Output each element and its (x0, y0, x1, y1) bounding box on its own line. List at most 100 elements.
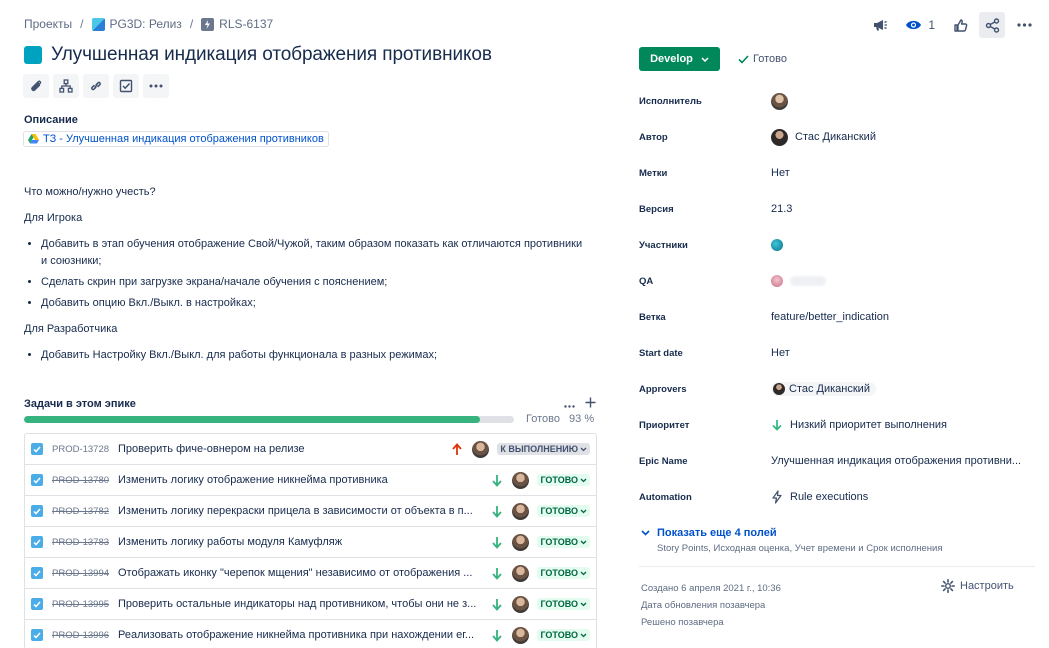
status-badge[interactable]: ГОТОВО (537, 598, 590, 610)
field-value: feature/better_indication (771, 311, 890, 323)
show-more-fields[interactable]: Показать еще 4 полей Story Points, Исход… (641, 527, 943, 554)
task-key[interactable]: PROD-13728 (52, 444, 118, 455)
field-label: Ветка (639, 311, 666, 323)
checkbox-icon[interactable] (113, 74, 139, 98)
hierarchy-icon[interactable] (53, 74, 79, 98)
more-icon[interactable] (564, 396, 575, 411)
task-summary[interactable]: Изменить логику перекраски прицела в зав… (118, 505, 488, 517)
player-list: Добавить в этап обучения отображение Сво… (24, 236, 584, 312)
task-summary[interactable]: Реализовать отображение никнейма противн… (118, 629, 488, 641)
status-badge[interactable]: К ВЫПОЛНЕНИЮ (497, 443, 590, 455)
share-icon[interactable] (979, 12, 1005, 38)
show-more-sublabel: Story Points, Исходная оценка, Учет врем… (657, 543, 943, 554)
table-row[interactable]: PROD-13996 Реализовать отображение никней… (25, 620, 596, 648)
table-row[interactable]: PROD-13782 Изменить логику перекраски при… (25, 496, 596, 527)
avatar[interactable] (512, 502, 530, 520)
user-chip[interactable]: Стас Диканский (771, 382, 876, 396)
task-summary[interactable]: Проверить фиче-овнером на релизе (118, 443, 448, 455)
issue-actions: 1 (867, 12, 1037, 38)
table-row[interactable]: PROD-13728 Проверить фиче-овнером на рели… (25, 434, 596, 465)
eye-icon (906, 20, 922, 30)
avatar[interactable] (512, 626, 530, 644)
player-heading: Для Игрока (24, 212, 83, 224)
status-badge[interactable]: ГОТОВО (537, 629, 590, 641)
more-icon[interactable] (1011, 12, 1037, 38)
updated-text: Дата обновления позавчера (641, 600, 766, 611)
breadcrumb: Проекты / PG3D: Релиз / RLS-6137 (24, 17, 273, 31)
paperclip-icon[interactable] (23, 74, 49, 98)
dev-heading: Для Разработчика (24, 323, 118, 335)
field-automation[interactable]: Automation Rule executions (639, 479, 1034, 515)
task-key[interactable]: PROD-13995 (52, 599, 118, 610)
table-row[interactable]: PROD-13994 Отображать иконку "черепок мще… (25, 558, 596, 589)
task-key[interactable]: PROD-13996 (52, 630, 118, 641)
field-author[interactable]: Автор Стас Диканский (639, 119, 1034, 155)
task-key[interactable]: PROD-13780 (52, 475, 118, 486)
task-summary[interactable]: Изменить логику работы модуля Камуфляж (118, 536, 488, 548)
configure-button[interactable]: Настроить (941, 579, 1014, 593)
field-version[interactable]: Версия 21.3 (639, 191, 1034, 227)
status-label: ГОТОВО (540, 475, 578, 485)
arrow-down-icon (488, 567, 506, 580)
field-assignee[interactable]: Исполнитель (639, 83, 1034, 119)
status-badge[interactable]: ГОТОВО (537, 536, 590, 548)
task-summary[interactable]: Проверить остальные индикаторы над проти… (118, 598, 488, 610)
status-badge[interactable]: ГОТОВО (537, 505, 590, 517)
field-participants[interactable]: Участники (639, 227, 1034, 263)
field-qa[interactable]: QA (639, 263, 1034, 299)
created-text: Создано 6 апреля 2021 г., 10:36 (641, 583, 781, 594)
status-button-label: Develop (650, 53, 693, 65)
watch-button[interactable]: 1 (899, 12, 941, 38)
table-row[interactable]: PROD-13995 Проверить остальные индикаторы… (25, 589, 596, 620)
field-value: Улучшенная индикация отображения противн… (771, 455, 1022, 467)
avatar[interactable] (512, 471, 530, 489)
field-value: Стас Диканский (789, 383, 870, 395)
breadcrumb-project[interactable]: PG3D: Релиз (91, 17, 182, 31)
field-start-date[interactable]: Start date Нет (639, 335, 1034, 371)
field-value: 21.3 (771, 203, 793, 215)
description-heading: Описание (24, 114, 78, 126)
table-row[interactable]: PROD-13783 Изменить логику работы модуля … (25, 527, 596, 558)
status-button[interactable]: Develop (639, 47, 720, 71)
task-type-icon (31, 567, 43, 579)
add-icon[interactable] (585, 396, 596, 411)
task-summary[interactable]: Изменить логику отображение никнейма про… (118, 474, 488, 486)
avatar[interactable] (512, 533, 530, 551)
google-drive-icon (28, 134, 39, 144)
field-approvers[interactable]: Approvers Стас Диканский (639, 371, 1034, 407)
status-label: ГОТОВО (540, 506, 578, 516)
avatar[interactable] (472, 440, 490, 458)
breadcrumb-projects[interactable]: Проекты (24, 17, 72, 31)
breadcrumb-issue[interactable]: RLS-6137 (201, 17, 273, 31)
chevron-down-icon (580, 568, 587, 578)
google-doc-link[interactable]: ТЗ - Улучшенная индикация отображения пр… (23, 131, 329, 147)
field-branch[interactable]: Ветка feature/better_indication (639, 299, 1034, 335)
field-epic-name[interactable]: Epic Name Улучшенная индикация отображен… (639, 443, 1034, 479)
task-summary[interactable]: Отображать иконку "черепок мщения" незав… (118, 567, 488, 579)
avatar[interactable] (512, 564, 530, 582)
avatar (771, 128, 788, 146)
page-title[interactable]: Улучшенная индикация отображения противн… (51, 44, 492, 66)
table-row[interactable]: PROD-13780 Изменить логику отображение ни… (25, 465, 596, 496)
task-key[interactable]: PROD-13782 (52, 506, 118, 517)
field-label: Start date (639, 347, 683, 359)
field-priority[interactable]: Приоритет Низкий приоритет выполнения (639, 407, 1034, 443)
more-icon[interactable] (143, 74, 169, 98)
task-key[interactable]: PROD-13994 (52, 568, 118, 579)
progress-track (24, 415, 514, 423)
link-icon[interactable] (83, 74, 109, 98)
thumbs-up-icon[interactable] (947, 12, 973, 38)
chevron-down-icon (580, 475, 587, 485)
status-badge[interactable]: ГОТОВО (537, 474, 590, 486)
megaphone-icon[interactable] (867, 12, 893, 38)
task-key[interactable]: PROD-13783 (52, 537, 118, 548)
epic-tasks-heading: Задачи в этом эпике (24, 397, 136, 410)
status-badge[interactable]: ГОТОВО (537, 567, 590, 579)
field-labels[interactable]: Метки Нет (639, 155, 1034, 191)
project-icon (91, 17, 105, 31)
field-label: Приоритет (639, 419, 690, 431)
lightning-icon (772, 490, 782, 504)
epic-square-icon (24, 46, 42, 64)
field-label: Automation (639, 491, 692, 503)
avatar[interactable] (512, 595, 530, 613)
